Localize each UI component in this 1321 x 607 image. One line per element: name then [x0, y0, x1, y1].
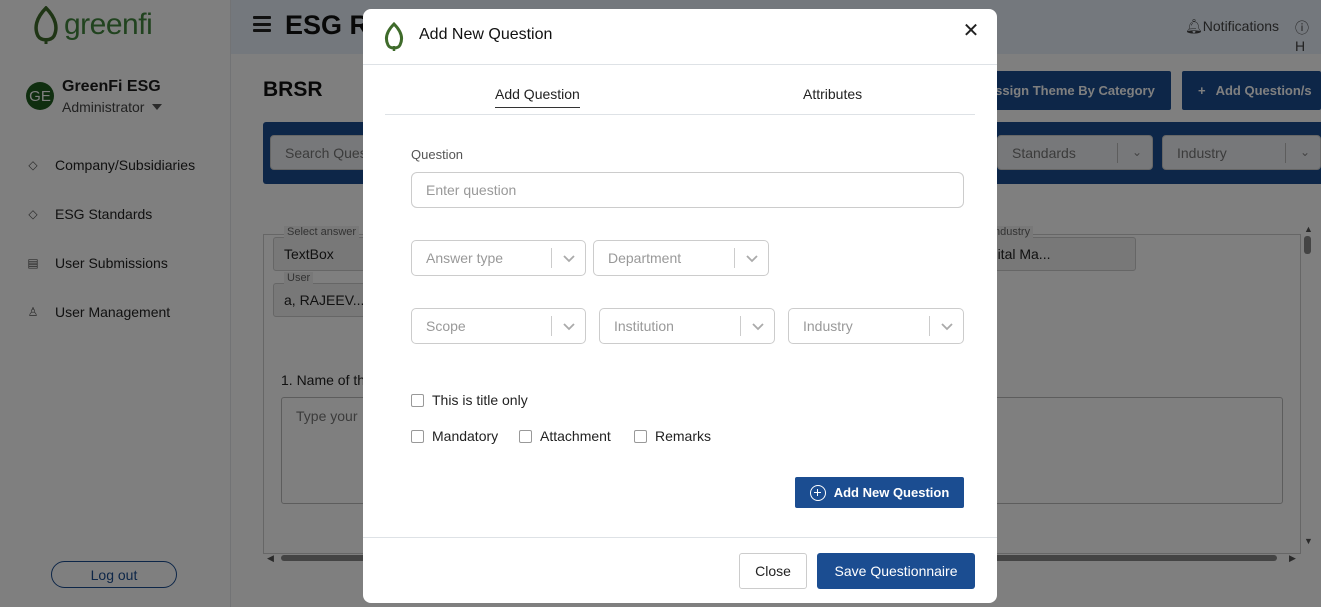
- title-only-checkbox[interactable]: [411, 393, 424, 407]
- attachment-checkbox[interactable]: [519, 429, 532, 443]
- industry-placeholder: Industry: [803, 318, 853, 334]
- scope-select[interactable]: Scope: [411, 308, 586, 344]
- scope-placeholder: Scope: [426, 318, 466, 334]
- institution-select[interactable]: Institution: [599, 308, 775, 344]
- modal-title: Add New Question: [419, 26, 553, 43]
- institution-placeholder: Institution: [614, 318, 674, 334]
- add-new-question-label: Add New Question: [833, 485, 950, 500]
- leaf-logo-icon: [384, 22, 404, 51]
- save-questionnaire-button[interactable]: Save Questionnaire: [817, 553, 975, 589]
- mandatory-label: Mandatory: [432, 428, 499, 444]
- add-new-question-button[interactable]: Add New Question: [795, 477, 964, 508]
- title-only-label: This is title only: [432, 392, 528, 408]
- modal-header: Add New Question ✕: [363, 9, 997, 65]
- modal-footer: Close Save Questionnaire: [363, 537, 997, 603]
- tab-attributes[interactable]: Attributes: [803, 86, 862, 102]
- department-select[interactable]: Department: [593, 240, 769, 276]
- industry-select[interactable]: Industry: [788, 308, 964, 344]
- question-caption: Question: [411, 147, 464, 162]
- remarks-option[interactable]: Remarks: [634, 428, 711, 444]
- chevron-down-icon: [752, 323, 764, 331]
- close-button[interactable]: Close: [739, 553, 807, 589]
- attachment-option[interactable]: Attachment: [519, 428, 611, 444]
- answer-type-select[interactable]: Answer type: [411, 240, 586, 276]
- remarks-checkbox[interactable]: [634, 429, 647, 443]
- chevron-down-icon: [563, 323, 575, 331]
- remarks-label: Remarks: [655, 428, 712, 444]
- answer-type-placeholder: Answer type: [426, 250, 504, 266]
- question-input[interactable]: [411, 172, 964, 208]
- chevron-down-icon: [746, 255, 758, 263]
- chevron-down-icon: [941, 323, 953, 331]
- tab-add-question[interactable]: Add Question: [495, 86, 580, 108]
- close-icon[interactable]: ✕: [961, 21, 981, 41]
- chevron-down-icon: [563, 255, 575, 263]
- modal-tabs: Add Question Attributes: [385, 81, 975, 115]
- mandatory-checkbox[interactable]: [411, 429, 424, 443]
- attachment-label: Attachment: [540, 428, 611, 444]
- mandatory-option[interactable]: Mandatory: [411, 428, 498, 444]
- department-placeholder: Department: [608, 250, 682, 266]
- plus-circle-icon: [809, 484, 826, 501]
- add-question-modal: Add New Question ✕ Add Question Attribut…: [363, 9, 997, 603]
- title-only-option[interactable]: This is title only: [411, 392, 528, 408]
